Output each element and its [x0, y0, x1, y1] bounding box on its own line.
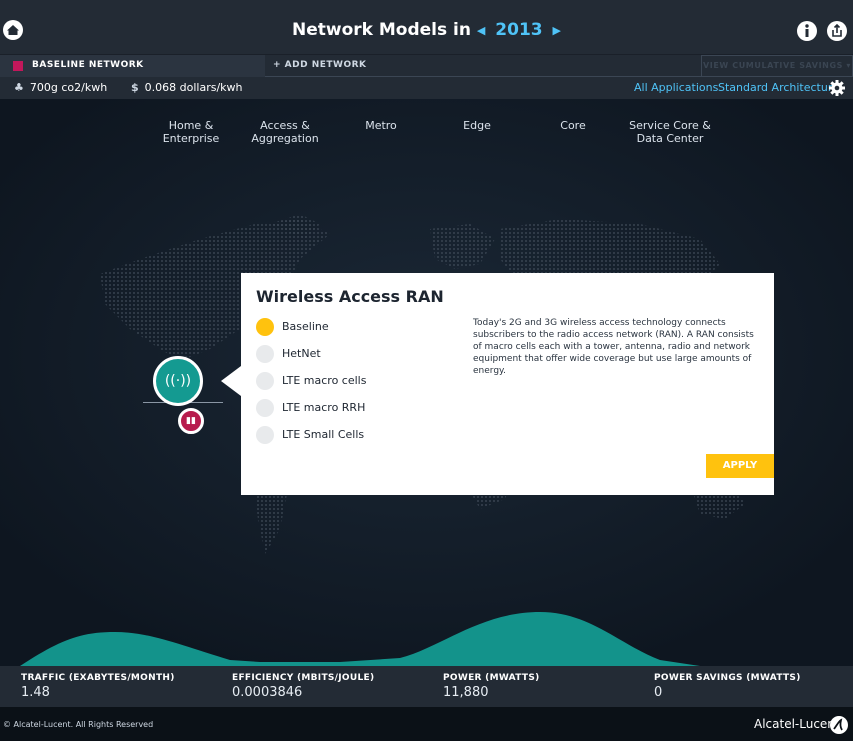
dollar-icon: $ — [131, 81, 139, 94]
apply-button[interactable]: APPLY — [706, 454, 774, 478]
radio[interactable] — [256, 399, 274, 417]
stat-power: POWER (MWATTS) 11,880 — [443, 673, 540, 700]
stat-value: 0 — [654, 685, 663, 700]
radio[interactable] — [256, 426, 274, 444]
gear-icon[interactable] — [829, 80, 845, 96]
radio[interactable] — [256, 345, 274, 363]
stat-value: 1.48 — [21, 685, 50, 700]
radio-selected[interactable] — [256, 318, 274, 336]
column-core: Core — [560, 119, 586, 132]
metric-bar: ♣ 700g co2/kwh $0.068 dollars/kwh All App… — [0, 77, 853, 99]
stat-label: TRAFFIC (EXABYTES/MONTH) — [21, 673, 175, 683]
stat-value: 0.0003846 — [232, 685, 303, 700]
option-label: LTE macro RRH — [282, 401, 366, 414]
column-metro: Metro — [365, 119, 397, 132]
year-value: 2013 — [495, 20, 543, 40]
popup-title: Wireless Access RAN — [256, 287, 444, 306]
column-home-enterprise: Home & Enterprise — [162, 119, 220, 145]
footer: © Alcatel-Lucent. All Rights Reserved Al… — [0, 707, 853, 741]
stat-value: 11,880 — [443, 685, 489, 700]
building-node-button[interactable]: ▮▮ — [178, 408, 204, 434]
copyright-text: © Alcatel-Lucent. All Rights Reserved — [3, 720, 154, 729]
baseline-network-tab[interactable]: BASELINE NETWORK — [0, 55, 265, 77]
power-waves — [20, 612, 700, 666]
wireless-signal-icon: ((·)) — [164, 373, 192, 389]
brand-name: Alcatel-Lucent — [754, 717, 840, 731]
stat-label: EFFICIENCY (MBITS/JOULE) — [232, 673, 375, 683]
add-network-button[interactable]: + ADD NETWORK — [273, 60, 367, 70]
column-service-core-data-center: Service Core & Data Center — [629, 119, 711, 145]
stat-label: POWER SAVINGS (MWATTS) — [654, 673, 801, 683]
stat-efficiency: EFFICIENCY (MBITS/JOULE) 0.0003846 — [232, 673, 374, 700]
co2-metric: ♣ 700g co2/kwh — [14, 81, 107, 94]
stat-power-savings: POWER SAVINGS (MWATTS) 0 — [654, 673, 801, 700]
share-icon[interactable] — [826, 20, 848, 42]
tree-icon: ♣ — [14, 81, 24, 94]
stat-label: POWER (MWATTS) — [443, 673, 540, 683]
top-bar: Network Models in ◀ 2013 ▶ — [0, 0, 853, 54]
view-cumulative-savings-button[interactable]: VIEW CUMULATIVE SAVINGS ▾ — [701, 55, 853, 77]
info-icon[interactable] — [796, 20, 818, 42]
baseline-network-label: BASELINE NETWORK — [32, 60, 144, 70]
option-label: HetNet — [282, 347, 321, 360]
title-prefix: Network Models in — [292, 20, 471, 40]
option-label: LTE Small Cells — [282, 428, 365, 441]
popup-description: Today's 2G and 3G wireless access techno… — [473, 318, 754, 376]
wireless-node-button[interactable]: ((·)) — [153, 356, 203, 406]
baseline-color-swatch — [13, 61, 23, 71]
building-icon: ▮▮ — [186, 416, 196, 426]
radio[interactable] — [256, 372, 274, 390]
option-label: Baseline — [282, 320, 329, 333]
brand-logo-icon — [830, 716, 848, 734]
all-applications-link[interactable]: All Applications — [634, 81, 718, 94]
co2-value: 700g co2/kwh — [29, 81, 108, 94]
option-label: LTE macro cells — [282, 374, 367, 387]
page-title: Network Models in ◀ 2013 ▶ — [0, 20, 853, 40]
column-access-aggregation: Access & Aggregation — [251, 119, 319, 145]
wireless-access-popup: Wireless Access RAN Baseline HetNet LTE … — [241, 273, 774, 495]
popup-pointer — [221, 366, 241, 396]
network-bar: BASELINE NETWORK + ADD NETWORK VIEW CUMU… — [0, 54, 853, 77]
cost-value: 0.068 dollars/kwh — [144, 81, 243, 94]
cost-metric: $0.068 dollars/kwh — [131, 81, 243, 94]
stat-traffic: TRAFFIC (EXABYTES/MONTH) 1.48 — [21, 673, 175, 700]
column-edge: Edge — [463, 119, 491, 132]
stats-bar: TRAFFIC (EXABYTES/MONTH) 1.48 EFFICIENCY… — [0, 666, 853, 707]
standard-architecture-link[interactable]: Standard Architecture — [718, 81, 839, 94]
next-year-arrow-icon[interactable]: ▶ — [553, 24, 561, 37]
prev-year-arrow-icon[interactable]: ◀ — [477, 24, 485, 37]
